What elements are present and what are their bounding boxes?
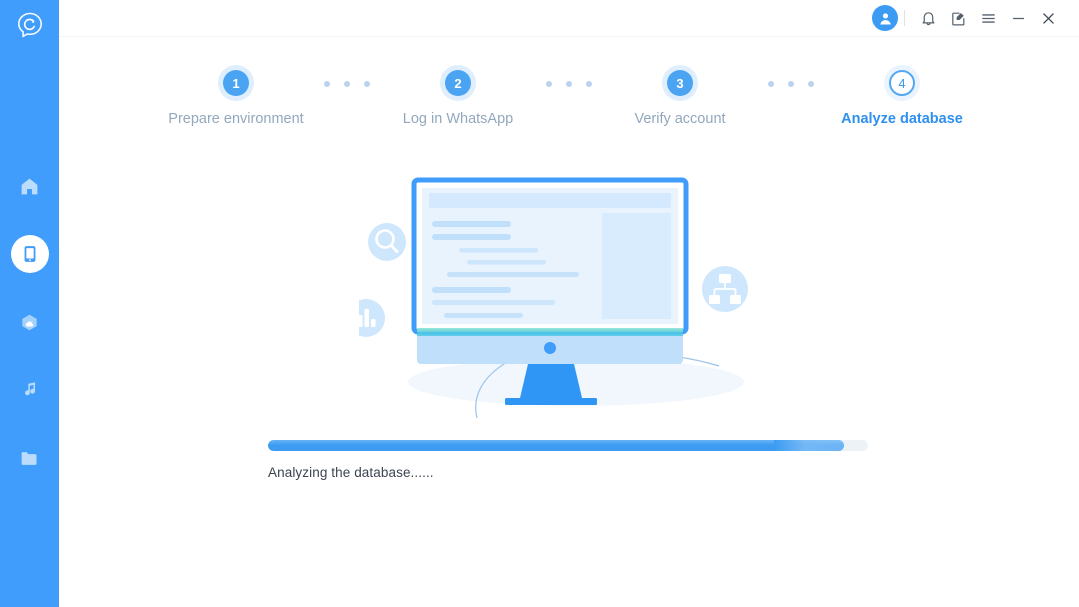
titlebar-divider	[904, 10, 905, 26]
notifications-button[interactable]	[913, 3, 943, 33]
app-logo-icon	[11, 6, 49, 44]
sidebar-item-device[interactable]	[0, 220, 59, 288]
progress-status-text: Analyzing the database......	[268, 465, 434, 480]
progress-bar-fill	[268, 440, 844, 451]
connector-dot	[344, 81, 350, 87]
connector-dot	[546, 81, 552, 87]
app-window: 1 Prepare environment 2 Log in WhatsApp …	[0, 0, 1079, 607]
cloud-icon	[11, 303, 49, 341]
step-4-label: Analyze database	[841, 111, 963, 127]
step-3-verify-account[interactable]: 3 Verify account	[605, 70, 755, 127]
phone-icon	[10, 235, 49, 273]
connector-dot	[808, 81, 814, 87]
progress-bar-track	[268, 440, 868, 451]
user-avatar-icon[interactable]	[872, 5, 898, 31]
menu-button[interactable]	[973, 3, 1003, 33]
illustration-network-icon	[702, 266, 748, 312]
step-1-prepare-environment[interactable]: 1 Prepare environment	[161, 70, 311, 127]
analysis-progress: Analyzing the database......	[268, 440, 868, 480]
sidebar-item-music[interactable]	[0, 356, 59, 424]
connector-dot	[586, 81, 592, 87]
feedback-button[interactable]	[943, 3, 973, 33]
folder-icon	[11, 439, 49, 477]
sidebar	[0, 0, 59, 607]
step-3-label: Verify account	[634, 111, 726, 127]
minimize-button[interactable]	[1003, 3, 1033, 33]
step-connector-1	[311, 81, 383, 87]
step-4-number: 4	[889, 70, 915, 96]
step-2-number: 2	[445, 70, 471, 96]
database-analysis-illustration	[59, 170, 1079, 420]
sidebar-item-home[interactable]	[0, 152, 59, 220]
connector-dot	[364, 81, 370, 87]
step-1-number: 1	[223, 70, 249, 96]
close-button[interactable]	[1033, 3, 1063, 33]
main-panel: 1 Prepare environment 2 Log in WhatsApp …	[59, 0, 1079, 607]
sidebar-item-files[interactable]	[0, 424, 59, 492]
step-3-number: 3	[667, 70, 693, 96]
progress-stepper: 1 Prepare environment 2 Log in WhatsApp …	[59, 37, 1079, 147]
title-bar	[59, 0, 1079, 37]
step-4-analyze-database[interactable]: 4 Analyze database	[827, 70, 977, 127]
step-1-label: Prepare environment	[168, 111, 304, 127]
step-connector-3	[755, 81, 827, 87]
sidebar-item-cloud[interactable]	[0, 288, 59, 356]
illustration-chart-icon	[359, 299, 385, 337]
home-icon	[11, 167, 49, 205]
connector-dot	[324, 81, 330, 87]
music-icon	[11, 371, 49, 409]
connector-dot	[566, 81, 572, 87]
connector-dot	[788, 81, 794, 87]
sidebar-nav	[0, 152, 59, 492]
step-2-log-in-whatsapp[interactable]: 2 Log in WhatsApp	[383, 70, 533, 127]
connector-dot	[768, 81, 774, 87]
illustration-search-icon	[368, 223, 406, 261]
step-2-label: Log in WhatsApp	[402, 111, 514, 127]
step-connector-2	[533, 81, 605, 87]
